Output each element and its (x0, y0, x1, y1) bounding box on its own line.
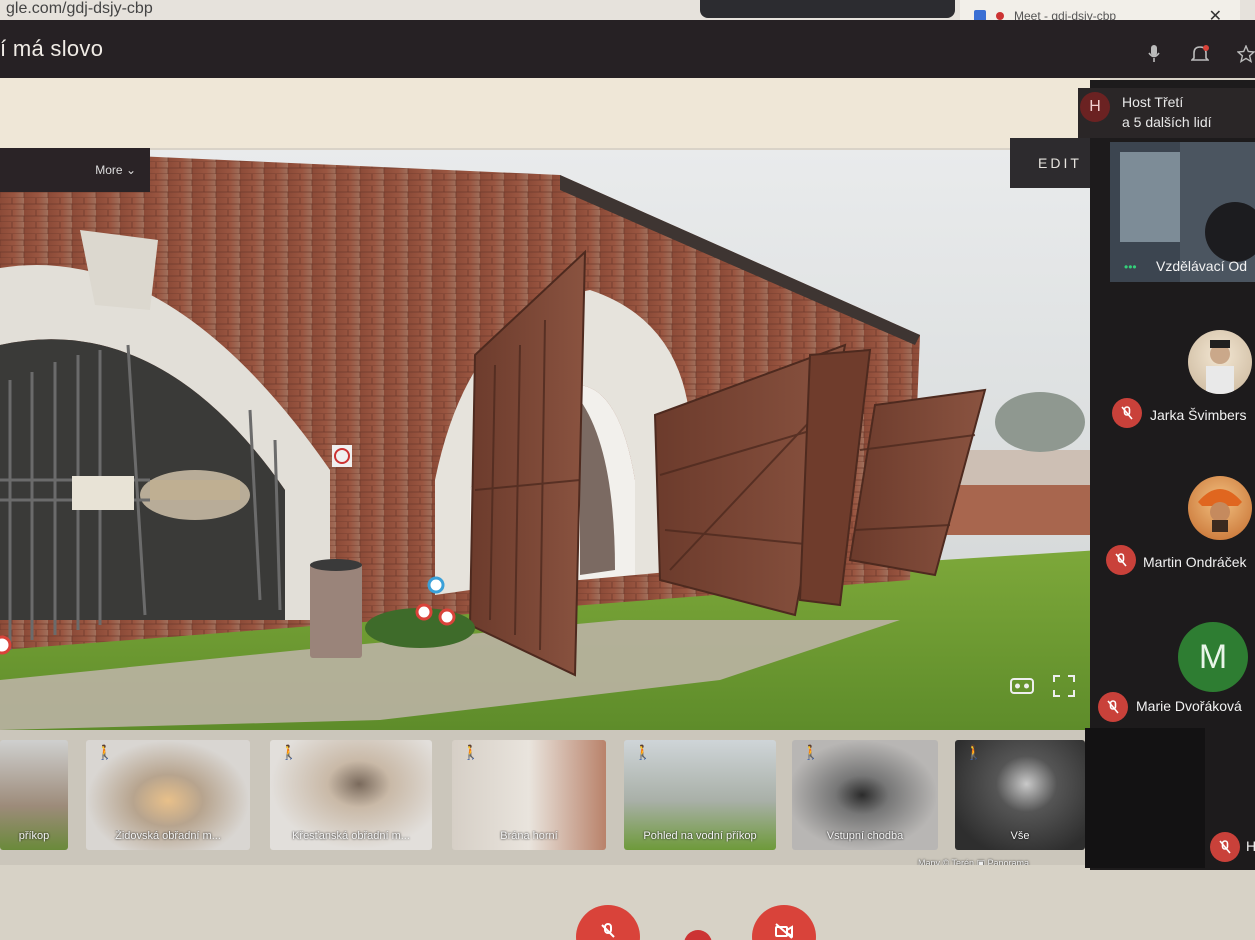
participant-initial: H (1246, 838, 1255, 854)
page-header-band (0, 78, 1100, 148)
url-bar[interactable]: gle.com/gdj-dsjy-cbp (0, 0, 159, 18)
thumbnail-item[interactable]: 🚶 Křesťanská obřadní m... (270, 740, 432, 850)
participant-avatar (1188, 476, 1252, 540)
recording-dot-icon (996, 12, 1004, 20)
speaking-indicator-icon: ••• (1124, 260, 1137, 274)
toolbar-icons (1145, 44, 1255, 69)
street-view-panorama[interactable] (0, 150, 1100, 730)
mic-off-icon (1210, 832, 1240, 862)
thumbnail-caption: Křesťanská obřadní m... (292, 830, 410, 842)
mic-off-icon (1106, 545, 1136, 575)
others-count: a 5 dalších lidí (1122, 114, 1212, 130)
pegman-icon: 🚶 (280, 744, 298, 760)
host-name: Host Třetí (1122, 94, 1184, 110)
bookmark-star-icon[interactable] (1236, 44, 1255, 68)
thumbnail-item[interactable]: 🚶 Brána horní (452, 740, 606, 850)
participant-avatar: M (1178, 622, 1248, 692)
mic-off-icon (1098, 692, 1128, 722)
more-menu-button[interactable]: More ⌄ (0, 148, 150, 192)
thumbnail-caption: Pohled na vodní příkop (643, 830, 757, 842)
thumbnail-caption: Židovská obřadní m... (115, 830, 221, 842)
thumbnail-item[interactable]: 🚶 Vstupní chodba (792, 740, 938, 850)
fullscreen-icon[interactable] (1050, 672, 1078, 700)
pegman-icon: 🚶 (96, 744, 114, 760)
site-toolbar: í má slovo (0, 20, 1255, 78)
pegman-icon: 🚶 (462, 744, 480, 760)
thumbnail-caption: Brána horní (500, 830, 558, 842)
notification-bell-icon[interactable] (1190, 44, 1210, 69)
participant-name: Jarka Švimbers (1150, 407, 1247, 423)
mic-off-icon (1112, 398, 1142, 428)
thumbnail-caption: Vše (1010, 830, 1030, 842)
thumbnail-item[interactable]: 🚶 Vše (955, 740, 1085, 850)
thumbnail-item[interactable]: 🚶 Pohled na vodní příkop (624, 740, 776, 850)
inactive-tab[interactable] (700, 0, 955, 18)
participant-name: Marie Dvořáková (1136, 698, 1242, 714)
thumbnail-item[interactable]: příkop (0, 740, 68, 850)
participant-name: Martin Ondráček (1143, 554, 1247, 570)
host-summary: Host Třetí a 5 dalších lidí (1122, 92, 1212, 132)
thumbnail-caption: příkop (18, 830, 50, 842)
microphone-icon[interactable] (1145, 44, 1163, 69)
pegman-icon: 🚶 (802, 744, 820, 760)
self-view-tile[interactable] (1085, 728, 1205, 868)
presenter-name: Vzdělávací Od (1156, 258, 1248, 274)
pegman-icon: 🚶 (634, 744, 652, 760)
vr-cardboard-icon[interactable] (1008, 672, 1036, 700)
host-avatar: H (1080, 92, 1110, 122)
page-title: í má slovo (0, 36, 104, 61)
participant-avatar (1188, 330, 1252, 394)
thumbnail-item[interactable]: 🚶 Židovská obřadní m... (86, 740, 250, 850)
pegman-icon: 🚶 (965, 744, 983, 760)
thumbnail-caption: Vstupní chodba (826, 830, 904, 842)
